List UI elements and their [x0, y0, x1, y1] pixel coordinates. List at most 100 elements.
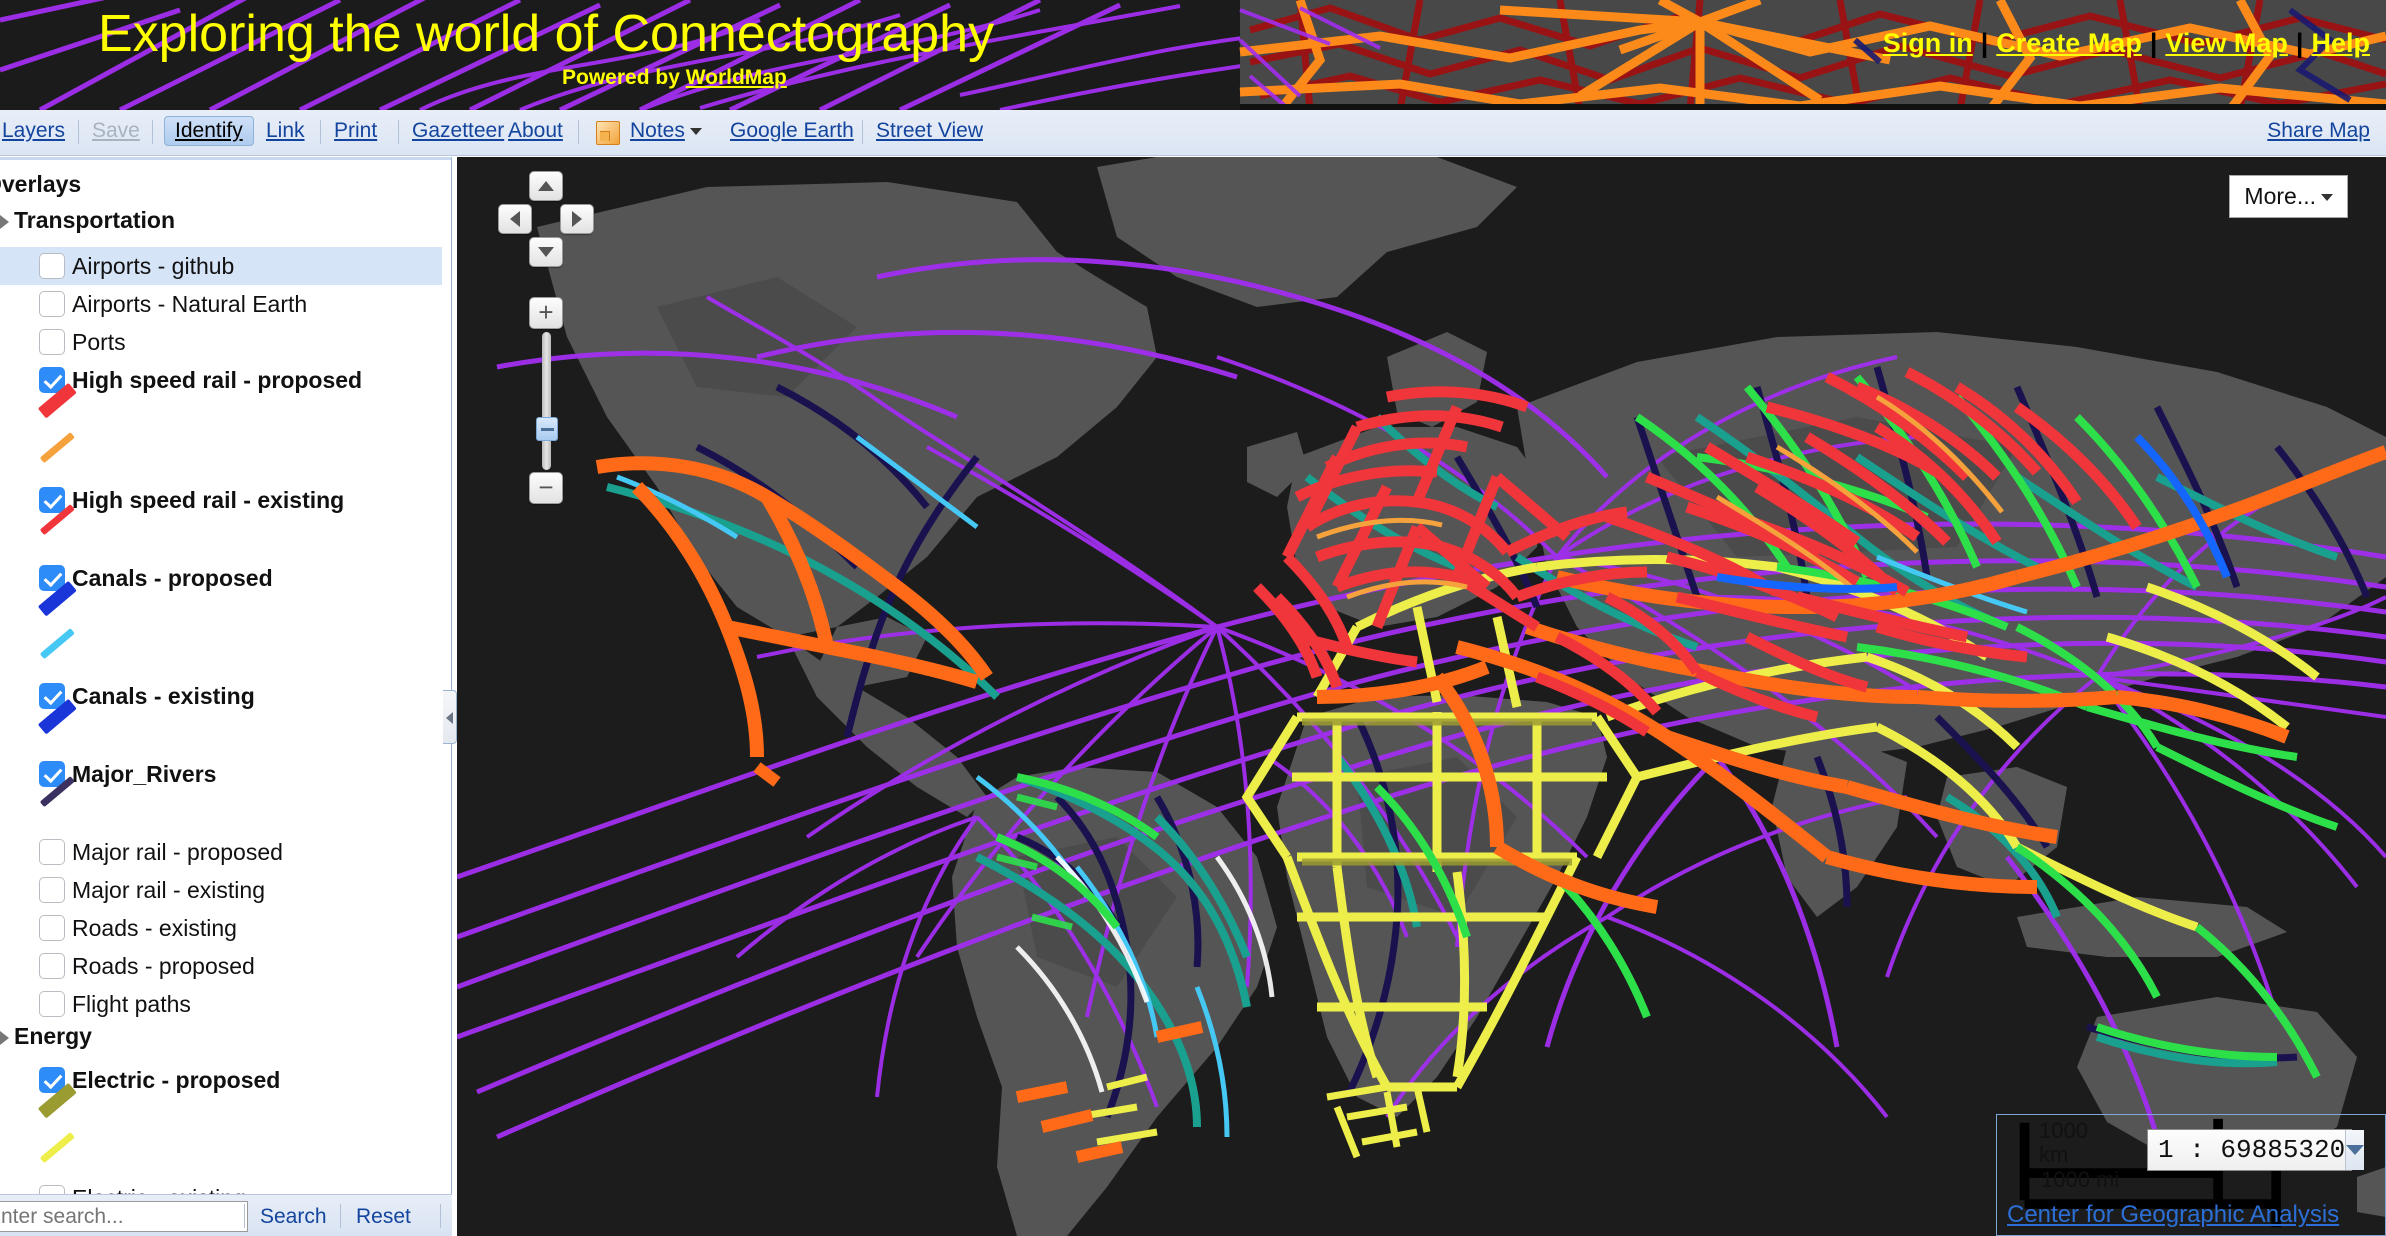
layer-label: Canals - existing	[72, 682, 255, 709]
layer-label: Major rail - proposed	[72, 838, 283, 865]
layer-item-flight-paths[interactable]: Flight paths	[0, 985, 442, 1023]
overlays-root-label: Overlays	[0, 171, 82, 197]
pan-left-button[interactable]	[498, 204, 532, 234]
layer-checkbox[interactable]	[39, 991, 65, 1017]
layer-label: Electric - proposed	[72, 1066, 281, 1093]
page-banner: Exploring the world of Connectography Po…	[0, 0, 2386, 110]
account-links: Sign in | Create Map | View Map | Help	[1881, 28, 2372, 59]
layer-item-electric-existing[interactable]: Electric - existing	[0, 1179, 442, 1194]
layer-checkbox[interactable]	[39, 487, 65, 513]
toolbar-notes-menu[interactable]: Notes	[630, 119, 702, 143]
toolbar-print-button[interactable]: Print	[334, 119, 377, 143]
layer-item-roads-proposed[interactable]: Roads - proposed	[0, 947, 442, 985]
layer-checkbox[interactable]	[39, 839, 65, 865]
map-scale-box: 1000 km 1000 mi 1 : 69885320 Center for G…	[1996, 1114, 2386, 1236]
layer-checkbox[interactable]	[39, 877, 65, 903]
layer-label: Ports	[72, 328, 126, 355]
layer-label: Major rail - existing	[72, 876, 265, 903]
expand-triangle-icon[interactable]	[0, 215, 9, 229]
layer-checkbox[interactable]	[39, 915, 65, 941]
link-separator: |	[1980, 28, 1989, 58]
map-canvas[interactable]	[457, 157, 2386, 1236]
search-button[interactable]: Search	[260, 1205, 327, 1229]
pan-right-button[interactable]	[560, 204, 594, 234]
layer-item-major-rail-existing[interactable]: Major rail - existing	[0, 871, 442, 909]
layer-label: High speed rail - existing	[72, 486, 345, 513]
zoom-slider-track[interactable]	[542, 332, 551, 470]
sign-in-link[interactable]: Sign in	[1883, 28, 1973, 58]
legend-swatch	[37, 382, 82, 420]
worldmap-link[interactable]: WorldMap	[686, 66, 787, 89]
zoom-out-button[interactable]: −	[529, 472, 563, 504]
scale-ratio-value: 1 : 69885320	[2158, 1135, 2346, 1165]
toolbar-separator	[244, 1204, 245, 1228]
toolbar-gazetteer-button[interactable]: Gazetteer	[412, 119, 504, 143]
triangle-up-icon	[538, 181, 554, 191]
layer-label: Canals - proposed	[72, 564, 273, 591]
layer-item-ports[interactable]: Ports	[0, 323, 442, 361]
zoom-in-button[interactable]: +	[529, 297, 563, 329]
search-input[interactable]	[0, 1201, 248, 1232]
layers-list[interactable]: Overlays Transportation Airports - githu…	[0, 157, 442, 1194]
chevron-down-icon[interactable]	[2345, 1130, 2365, 1170]
layer-label: Roads - proposed	[72, 952, 255, 979]
layer-checkbox[interactable]	[39, 329, 65, 355]
toolbar-layers-button[interactable]: Layers	[2, 119, 65, 143]
scale-km-value: 1000	[2039, 1118, 2088, 1143]
layer-label: Airports - Natural Earth	[72, 290, 308, 317]
scale-km-label: 1000 km	[2039, 1119, 2088, 1167]
toolbar-street-view-button[interactable]: Street View	[876, 119, 983, 143]
layer-checkbox[interactable]	[39, 953, 65, 979]
toolbar-separator	[578, 120, 579, 144]
link-separator: |	[2295, 28, 2304, 58]
legend-swatch	[39, 1132, 82, 1164]
layer-item-airports-natural-earth[interactable]: Airports - Natural Earth	[0, 285, 442, 323]
toolbar-identify-button[interactable]: Identify	[164, 116, 254, 146]
toolbar-separator	[440, 1204, 441, 1228]
layer-item-roads-existing[interactable]: Roads - existing	[0, 909, 442, 947]
layers-panel: Overlays Transportation Airports - githu…	[0, 157, 452, 1194]
powered-by-label: Powered by WorldMap	[562, 66, 787, 90]
pan-up-button[interactable]	[529, 171, 563, 201]
toolbar-google-earth-button[interactable]: Google Earth	[730, 119, 854, 143]
share-map-link[interactable]: Share Map	[2267, 119, 2370, 143]
layer-checkbox[interactable]	[39, 291, 65, 317]
legend-swatch	[37, 1082, 82, 1120]
layer-label: Flight paths	[72, 990, 191, 1017]
toolbar-about-button[interactable]: About	[508, 119, 563, 143]
layer-item-airports-github[interactable]: Airports - github	[0, 247, 442, 285]
legend-swatch	[39, 776, 82, 808]
create-map-link[interactable]: Create Map	[1996, 28, 2142, 58]
triangle-down-icon	[538, 247, 554, 257]
reset-button[interactable]: Reset	[356, 1205, 411, 1229]
zoom-slider-thumb[interactable]	[536, 417, 558, 441]
map-viewport[interactable]: + − More... 1000 km 1000 mi 1 : 69885320 …	[457, 157, 2386, 1236]
toolbar-link-button[interactable]: Link	[266, 119, 305, 143]
scale-ratio-select[interactable]: 1 : 69885320	[2147, 1129, 2365, 1171]
pan-control[interactable]	[498, 171, 594, 275]
chevron-down-icon	[2321, 194, 2333, 202]
legend-swatch	[39, 504, 82, 536]
pan-down-button[interactable]	[529, 237, 563, 267]
help-link[interactable]: Help	[2311, 28, 2370, 58]
layer-label: Electric - existing	[72, 1185, 246, 1195]
more-dropdown-button[interactable]: More...	[2229, 175, 2348, 218]
layer-item-major-rail-proposed[interactable]: Major rail - proposed	[0, 833, 442, 871]
view-map-link[interactable]: View Map	[2165, 28, 2288, 58]
layer-checkbox[interactable]	[39, 1185, 65, 1194]
toolbar-separator	[862, 120, 863, 144]
attribution-link[interactable]: Center for Geographic Analysis	[2007, 1201, 2339, 1229]
page-title: Exploring the world of Connectography	[98, 5, 995, 63]
expand-triangle-icon[interactable]	[0, 1031, 9, 1045]
layer-group-transportation[interactable]: Transportation	[0, 207, 175, 234]
layer-label: Major_Rivers	[72, 760, 217, 787]
layer-checkbox[interactable]	[39, 253, 65, 279]
sidebar-collapse-handle[interactable]	[443, 690, 457, 744]
chevron-down-icon	[689, 127, 702, 135]
layer-group-energy[interactable]: Energy	[0, 1023, 92, 1050]
link-separator: |	[2149, 28, 2158, 58]
toolbar-separator	[398, 120, 399, 144]
toolbar-save-button: Save	[92, 119, 140, 142]
more-dropdown-label: More...	[2244, 183, 2316, 209]
layer-label: Airports - github	[72, 252, 235, 279]
